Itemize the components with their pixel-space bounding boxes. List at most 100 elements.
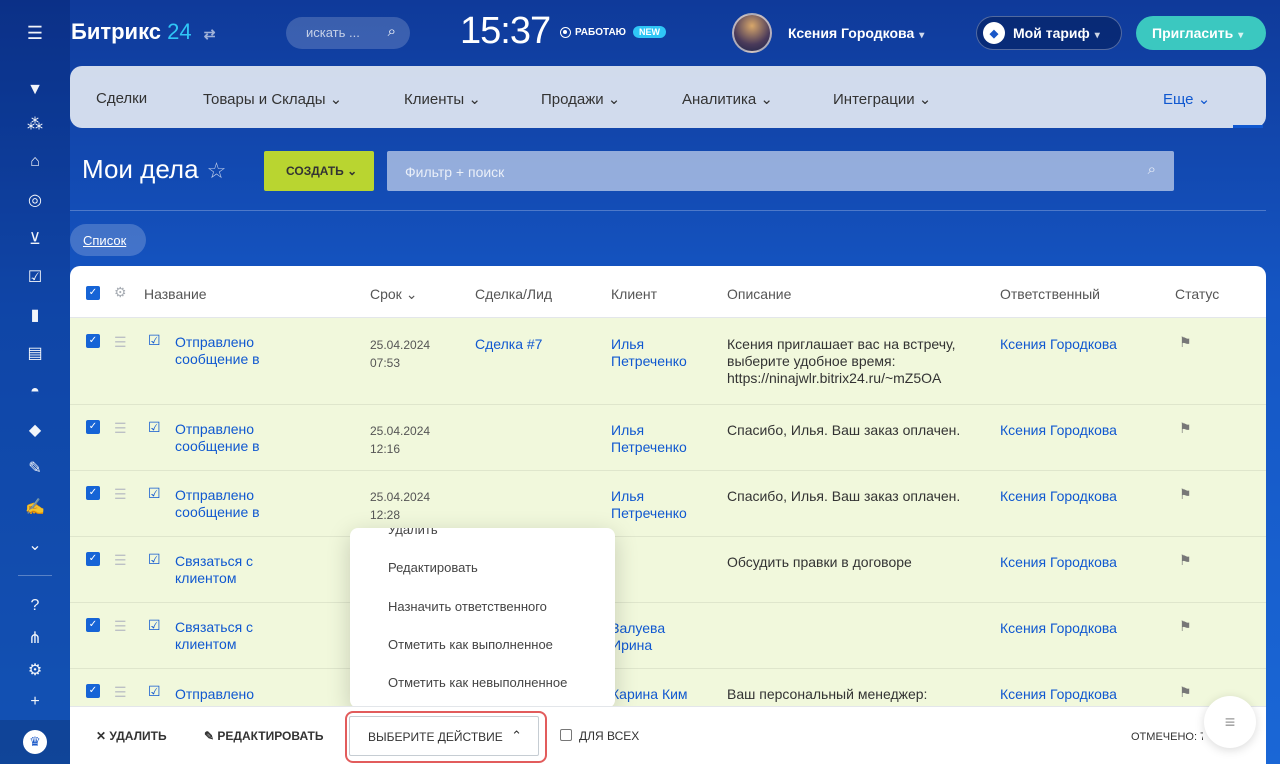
menu-item-assign-responsible[interactable]: Назначить ответственного: [388, 599, 547, 614]
search-icon[interactable]: ⌕: [388, 23, 396, 40]
activity-title[interactable]: Отправлено сообщение в: [175, 487, 285, 521]
work-status[interactable]: РАБОТАЮ NEW: [560, 26, 666, 38]
avatar[interactable]: [732, 13, 772, 53]
menu-item-delete[interactable]: Удалить: [388, 528, 438, 537]
drag-handle-icon[interactable]: ☰: [114, 420, 127, 437]
menu-item-mark-done[interactable]: Отметить как выполненное: [388, 637, 553, 652]
responsible-link[interactable]: Ксения Городкова: [1000, 554, 1117, 571]
client-link[interactable]: Залуева Ирина: [611, 620, 701, 654]
edit-button[interactable]: ✎ РЕДАКТИРОВАТЬ: [204, 729, 323, 743]
target-icon[interactable]: ◎: [23, 188, 47, 212]
activity-title[interactable]: Связаться с клиентом: [175, 553, 285, 587]
analytics-icon[interactable]: ▮: [23, 303, 47, 327]
activity-title[interactable]: Отправлено сообщение в: [175, 334, 285, 368]
responsible-link[interactable]: Ксения Городкова: [1000, 488, 1117, 505]
select-all-checkbox[interactable]: ✓: [86, 286, 100, 300]
task-icon: ☑: [148, 617, 161, 633]
rail-divider: [18, 575, 52, 576]
user-menu[interactable]: Ксения Городкова ▾: [788, 25, 924, 41]
nav-item-more[interactable]: Еще ⌄: [1163, 90, 1210, 108]
responsible-link[interactable]: Ксения Городкова: [1000, 686, 1117, 703]
drag-handle-icon[interactable]: ☰: [114, 334, 127, 351]
box-icon[interactable]: ◆: [23, 418, 47, 442]
edit-doc-icon[interactable]: ✎: [23, 456, 47, 480]
app-logo[interactable]: Битрикс 24 ⇄: [71, 19, 216, 45]
nav-item-sales[interactable]: Продажи ⌄: [541, 90, 620, 108]
table-row[interactable]: ✓ ☰ ☑ Отправлено сообщение в 25.04.2024 …: [70, 471, 1266, 537]
crown-area[interactable]: ♛: [0, 720, 70, 764]
for-all-label[interactable]: ДЛЯ ВСЕХ: [579, 729, 639, 743]
view-tab-list[interactable]: Список: [70, 224, 146, 256]
more-circle-icon[interactable]: ⌄: [23, 533, 47, 557]
invite-button[interactable]: Пригласить ▾: [1136, 16, 1266, 50]
contacts-icon[interactable]: ▤: [23, 341, 47, 365]
column-header-description[interactable]: Описание: [727, 286, 791, 302]
list-menu-icon[interactable]: ≡: [1204, 696, 1256, 748]
structure-icon[interactable]: ⋔: [23, 626, 47, 650]
filter-icon[interactable]: ▼: [23, 78, 47, 102]
flag-icon: ⚑: [1179, 420, 1192, 436]
table-row[interactable]: ✓ ☰ ☑ Связаться с клиентом Обсудить прав…: [70, 537, 1266, 603]
column-header-deal[interactable]: Сделка/Лид: [475, 286, 552, 302]
drag-handle-icon[interactable]: ☰: [114, 684, 127, 701]
responsible-link[interactable]: Ксения Городкова: [1000, 422, 1117, 439]
deal-link[interactable]: Сделка #7: [475, 336, 542, 353]
activity-title[interactable]: Отправлено сообщение в: [175, 421, 285, 455]
client-link[interactable]: Илья Петреченко: [611, 336, 701, 370]
row-checkbox[interactable]: ✓: [86, 684, 100, 698]
row-checkbox[interactable]: ✓: [86, 618, 100, 632]
signature-icon[interactable]: ✍: [23, 495, 47, 519]
column-header-deadline[interactable]: Срок ⌄: [370, 286, 417, 303]
table-row[interactable]: ✓ ☰ ☑ Связаться с клиентом Залуева Ирина…: [70, 603, 1266, 669]
client-link[interactable]: Илья Петреченко: [611, 488, 701, 522]
drag-handle-icon[interactable]: ☰: [114, 486, 127, 503]
tasks-icon[interactable]: ☑: [23, 265, 47, 289]
row-checkbox[interactable]: ✓: [86, 552, 100, 566]
add-icon[interactable]: +: [23, 690, 47, 714]
switch-icon[interactable]: ⇄: [204, 26, 216, 42]
robot-icon[interactable]: ◓: [23, 380, 47, 404]
column-header-status[interactable]: Статус: [1175, 286, 1219, 302]
activity-title[interactable]: Связаться с клиентом: [175, 619, 285, 653]
for-all-checkbox[interactable]: [560, 729, 572, 741]
tariff-button[interactable]: ◆ Мой тариф ▾: [976, 16, 1122, 50]
row-checkbox[interactable]: ✓: [86, 420, 100, 434]
responsible-link[interactable]: Ксения Городкова: [1000, 336, 1117, 353]
help-icon[interactable]: ?: [23, 594, 47, 618]
nav-item-analytics[interactable]: Аналитика ⌄: [682, 90, 773, 108]
menu-item-edit[interactable]: Редактировать: [388, 560, 478, 575]
column-header-client[interactable]: Клиент: [611, 286, 657, 302]
nav-item-products[interactable]: Товары и Склады ⌄: [203, 90, 342, 108]
search-icon[interactable]: ⌕: [1148, 161, 1156, 178]
delete-button[interactable]: ✕ УДАЛИТЬ: [96, 729, 167, 743]
table-row[interactable]: ✓ ☰ ☑ Отправлено сообщение в 25.04.2024 …: [70, 405, 1266, 471]
drag-handle-icon[interactable]: ☰: [114, 618, 127, 635]
cart-icon[interactable]: ⊻: [23, 227, 47, 251]
row-checkbox[interactable]: ✓: [86, 334, 100, 348]
column-header-name[interactable]: Название: [144, 286, 207, 302]
row-checkbox[interactable]: ✓: [86, 486, 100, 500]
filter-search-input[interactable]: Фильтр + поиск ⌕: [387, 151, 1174, 191]
client-link[interactable]: Карина Ким: [611, 686, 701, 703]
feed-icon[interactable]: ⁂: [23, 112, 47, 136]
nav-item-deals[interactable]: Сделки: [96, 90, 147, 107]
flag-icon: ⚑: [1179, 684, 1192, 700]
activity-title[interactable]: Отправлено: [175, 686, 285, 703]
client-link[interactable]: Илья Петреченко: [611, 422, 701, 456]
responsible-link[interactable]: Ксения Городкова: [1000, 620, 1117, 637]
main-nav: Сделки Товары и Склады ⌄ Клиенты ⌄ Прода…: [70, 66, 1266, 128]
column-header-responsible[interactable]: Ответственный: [1000, 286, 1100, 302]
logo-text: Битрикс: [71, 19, 162, 44]
nav-item-integrations[interactable]: Интеграции ⌄: [833, 90, 931, 108]
search-box[interactable]: искать ... ⌕: [286, 17, 410, 49]
settings-icon[interactable]: ⚙: [23, 658, 47, 682]
table-row[interactable]: ✓ ☰ ☑ Отправлено сообщение в 25.04.2024 …: [70, 318, 1266, 405]
menu-item-mark-not-done[interactable]: Отметить как невыполненное: [388, 675, 567, 690]
gear-icon[interactable]: ⚙: [114, 284, 127, 301]
menu-icon[interactable]: ☰: [23, 21, 47, 45]
star-icon[interactable]: ☆: [207, 158, 227, 183]
create-button[interactable]: СОЗДАТЬ ⌄: [264, 151, 374, 191]
company-icon[interactable]: ⌂: [23, 150, 47, 174]
drag-handle-icon[interactable]: ☰: [114, 552, 127, 569]
nav-item-clients[interactable]: Клиенты ⌄: [404, 90, 481, 108]
